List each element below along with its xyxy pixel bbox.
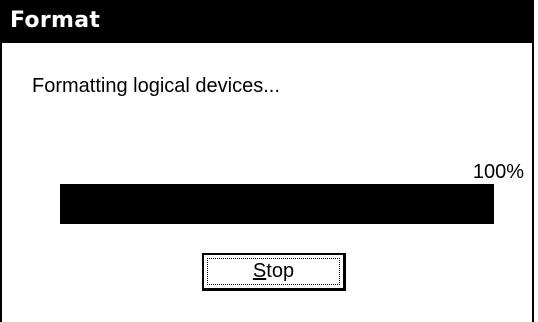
- format-dialog: Format Formatting logical devices... 100…: [0, 0, 534, 322]
- progress-bar-fill: [60, 184, 494, 224]
- dialog-title: Format: [10, 8, 101, 33]
- stop-button-focus-rect: Stop: [207, 258, 340, 285]
- title-bar[interactable]: Format: [2, 0, 532, 45]
- status-message: Formatting logical devices...: [32, 75, 280, 97]
- stop-button[interactable]: Stop: [202, 253, 346, 291]
- stop-button-mnemonic: S: [252, 260, 267, 282]
- progress-bar: [60, 184, 494, 224]
- progress-percent: 100%: [472, 161, 524, 183]
- stop-button-label: top: [266, 260, 295, 282]
